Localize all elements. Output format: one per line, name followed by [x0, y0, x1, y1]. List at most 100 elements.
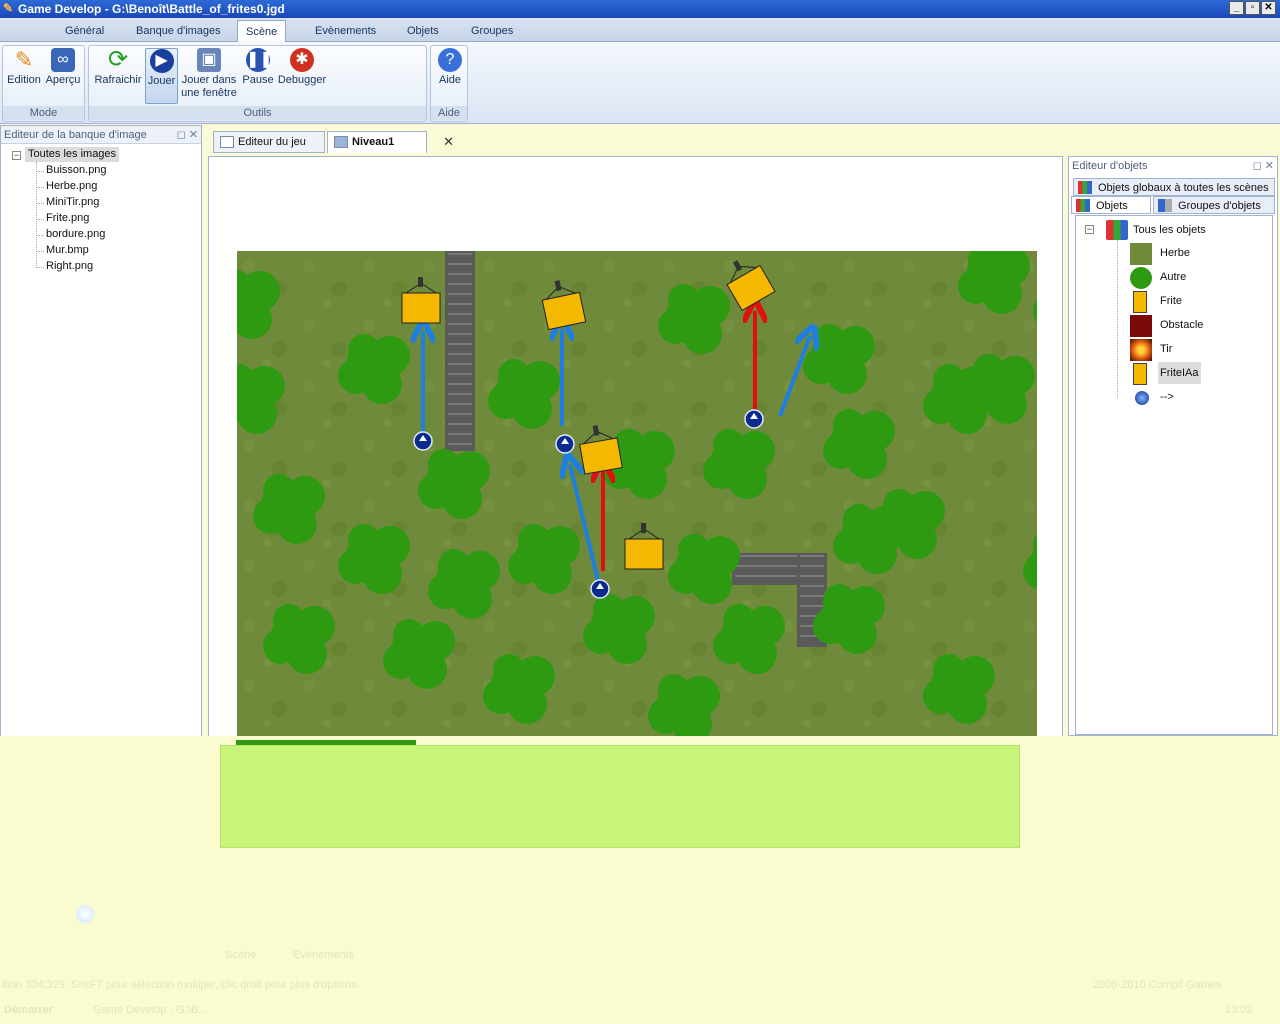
image-item[interactable]: MiniTir.png: [46, 195, 99, 210]
image-bank-panel: Editeur de la banque d'image ◻ ✕ − Toute…: [0, 125, 202, 750]
close-button[interactable]: ✕: [1261, 1, 1276, 15]
panel-close-icon[interactable]: ✕: [189, 129, 198, 141]
float-icon[interactable]: ◻: [177, 129, 186, 141]
taskbar-item-game-develop[interactable]: Game Develop - G:\B...: [93, 1004, 207, 1016]
tab-game-editor[interactable]: Editeur du jeu: [213, 131, 325, 153]
rafraichir-label: Rafraichir: [94, 74, 142, 86]
status-bar-copyright: 2008-2010 Compil Games: [1093, 979, 1222, 991]
play-icon: ▶: [149, 49, 174, 73]
object-label: Frite: [1160, 295, 1182, 307]
ribbon-group-outils: ⟳ Rafraichir ▶ Jouer ▣ Jouer dans une fe…: [88, 45, 427, 122]
tab-image-bank[interactable]: Banque d'images: [128, 20, 229, 42]
list-icon: [220, 136, 234, 148]
aide-label: Aide: [438, 74, 462, 86]
ribbon-tab-strip: Général Banque d'images Scène Evènements…: [0, 18, 1280, 42]
jouer-fenetre-label-1: Jouer dans: [181, 74, 237, 86]
object-editor-header: Editeur d'objets ◻ ✕: [1069, 157, 1277, 175]
tab-general[interactable]: Général: [57, 20, 112, 42]
tree-root-all-images[interactable]: Toutes les images: [25, 147, 120, 162]
image-item[interactable]: Mur.bmp: [46, 243, 89, 258]
scene-icon: [334, 136, 348, 148]
faint-tab-scene[interactable]: Scène: [225, 949, 256, 961]
debugger-label: Debugger: [277, 74, 327, 86]
taskbar-clock: 13:02: [1225, 1004, 1253, 1016]
tab-objects-list[interactable]: Objets: [1071, 196, 1151, 214]
status-bar-text: ition 334;329. SHIFT pour sélection mult…: [2, 979, 360, 991]
pencil-icon: ✎: [14, 47, 34, 72]
object-editor-title: Editeur d'objets: [1072, 160, 1148, 172]
image-item[interactable]: Herbe.png: [46, 179, 97, 194]
image-item[interactable]: Buisson.png: [46, 163, 107, 178]
jouer-label: Jouer: [147, 75, 176, 87]
close-tab-icon[interactable]: ✕: [443, 132, 454, 152]
window-play-icon: ▣: [197, 48, 221, 72]
object-label: -->: [1160, 391, 1174, 403]
pause-icon: ❚❚: [246, 48, 273, 72]
object-label: FriteIAa: [1158, 362, 1201, 384]
pause-button[interactable]: ❚❚ Pause: [241, 48, 275, 87]
debugger-button[interactable]: ✱ Debugger: [277, 48, 327, 87]
tab-niveau1[interactable]: Niveau1 ✕: [327, 131, 454, 153]
jouer-fenetre-label-2: une fenêtre: [181, 87, 237, 99]
arrow-marker[interactable]: [555, 434, 575, 454]
frite-thumb: [1133, 291, 1147, 313]
jouer-fenetre-button[interactable]: ▣ Jouer dans une fenêtre: [179, 48, 239, 100]
minimize-button[interactable]: _: [1229, 1, 1244, 15]
mode-group-label: Mode: [3, 106, 84, 120]
jouer-button[interactable]: ▶ Jouer: [145, 48, 178, 104]
object-label: Autre: [1160, 271, 1187, 283]
binoculars-icon: ∞: [51, 48, 75, 72]
edition-button[interactable]: ✎ Edition: [6, 48, 42, 87]
float-icon[interactable]: ◻: [1253, 160, 1262, 172]
aide-button[interactable]: ? Aide: [434, 48, 466, 87]
apercu-button[interactable]: ∞ Aperçu: [43, 48, 83, 87]
start-button[interactable]: Démarrer: [4, 1004, 53, 1016]
restore-button[interactable]: ▫: [1245, 1, 1260, 15]
object-tree-root[interactable]: Tous les objets: [1133, 223, 1206, 238]
all-objects-icon: [1106, 220, 1128, 240]
bug-icon: ✱: [290, 48, 314, 72]
image-item[interactable]: Right.png: [46, 259, 93, 274]
image-item[interactable]: bordure.png: [46, 227, 105, 242]
arrow-marker[interactable]: [413, 431, 433, 451]
arrow-marker[interactable]: [590, 579, 610, 599]
tab-groups[interactable]: Groupes: [463, 20, 521, 42]
obstacle-thumb: [1130, 315, 1152, 337]
arrow-marker[interactable]: [744, 409, 764, 429]
faint-orb-icon: [76, 905, 94, 923]
scene-editor-area[interactable]: [208, 156, 1063, 751]
image-item[interactable]: Frite.png: [46, 211, 89, 226]
grass-thumb: [1130, 243, 1152, 265]
edition-label: Edition: [7, 74, 41, 86]
bush-thumb: [1130, 267, 1152, 289]
window-title-bar: ✎ Game Develop - G:\Benoît\Battle_of_fri…: [0, 0, 1280, 18]
scene-canvas[interactable]: [237, 251, 1037, 751]
tab-global-objects-label: Objets globaux à toutes les scènes: [1098, 182, 1269, 194]
object-label: Tir: [1160, 343, 1173, 355]
tab-scene[interactable]: Scène: [237, 20, 287, 42]
wall-segment[interactable]: [445, 251, 475, 451]
ribbon-group-aide: ? Aide Aide: [430, 45, 468, 122]
tree-collapse-toggle[interactable]: −: [12, 151, 21, 160]
tab-game-editor-label: Editeur du jeu: [238, 136, 306, 148]
image-bank-header: Editeur de la banque d'image ◻ ✕: [1, 126, 201, 144]
apercu-label: Aperçu: [45, 74, 81, 86]
arrow-ball-thumb: [1135, 391, 1149, 405]
help-icon: ?: [438, 48, 462, 72]
tab-global-objects[interactable]: Objets globaux à toutes les scènes: [1073, 178, 1275, 196]
object-tree-collapse-toggle[interactable]: −: [1085, 225, 1094, 234]
panel-close-icon[interactable]: ✕: [1265, 160, 1274, 172]
outils-group-label: Outils: [89, 106, 426, 120]
tab-events[interactable]: Evènements: [307, 20, 384, 42]
tab-objects[interactable]: Objets: [399, 20, 447, 42]
refresh-icon: ⟳: [107, 46, 129, 73]
green-artifact-block: [220, 745, 1020, 848]
tab-object-groups[interactable]: Groupes d'objets: [1153, 196, 1275, 214]
tir-thumb: [1130, 339, 1152, 361]
window-title: Game Develop - G:\Benoît\Battle_of_frite…: [18, 2, 285, 16]
aide-group-label: Aide: [431, 106, 467, 120]
rafraichir-button[interactable]: ⟳ Rafraichir: [92, 48, 144, 87]
faint-tab-events[interactable]: Evènements: [293, 949, 354, 961]
ribbon-group-mode: ✎ Edition ∞ Aperçu Mode: [2, 45, 85, 122]
tab-object-groups-label: Groupes d'objets: [1178, 200, 1261, 212]
